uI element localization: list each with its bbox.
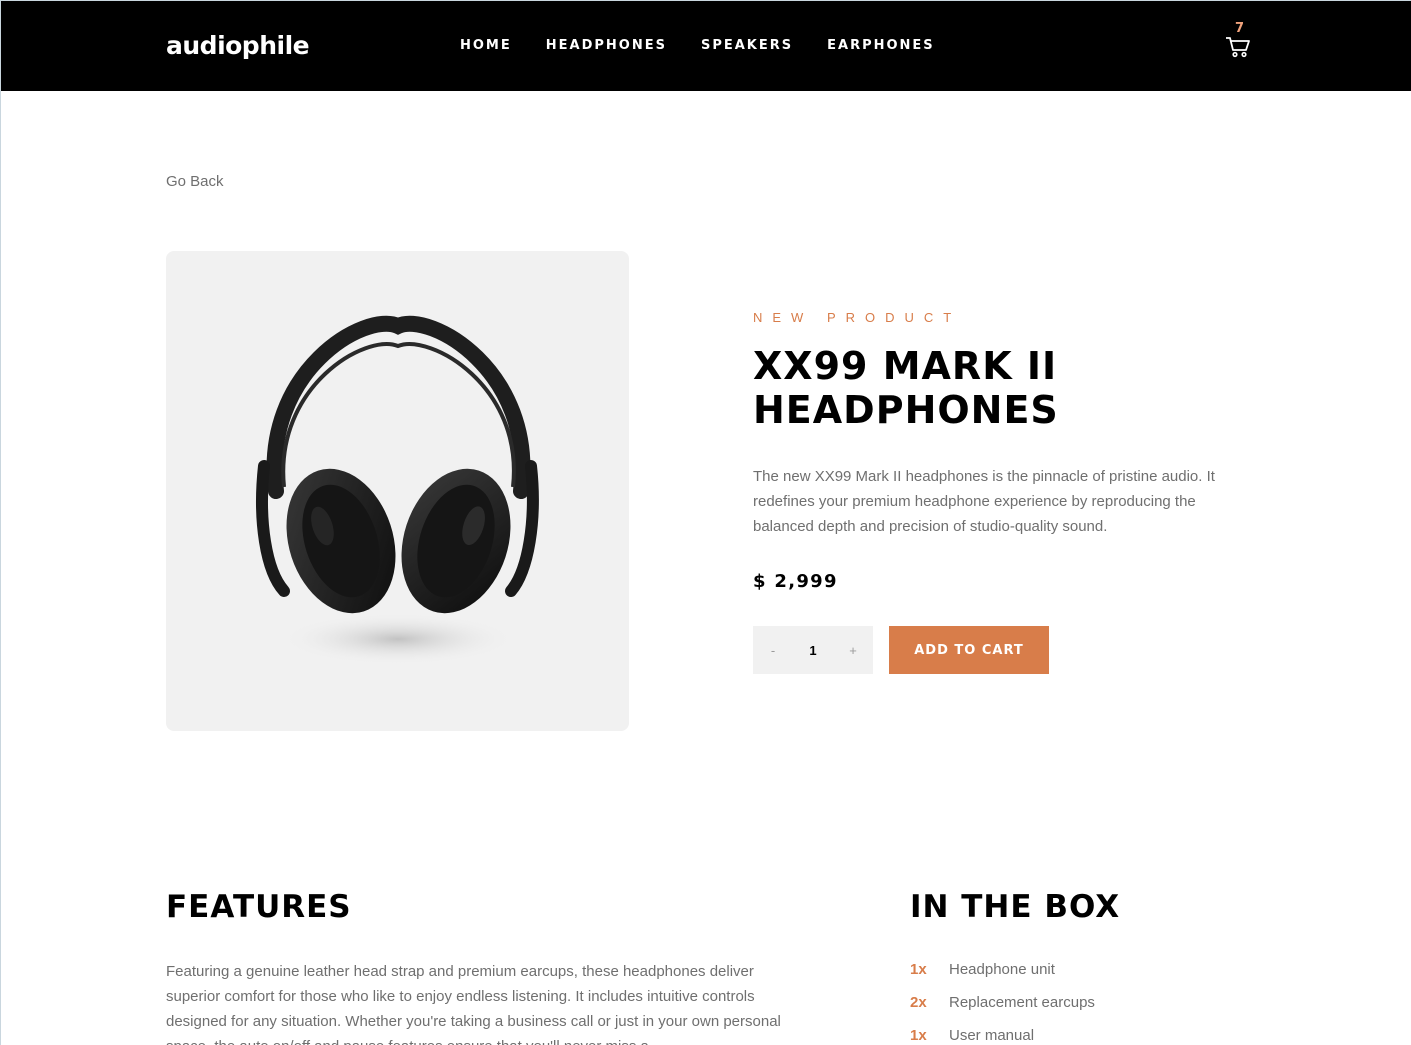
item-name: Headphone unit	[949, 961, 1055, 978]
add-to-cart-button[interactable]: ADD TO CART	[889, 626, 1049, 674]
features-heading: FEATURES	[166, 889, 352, 925]
nav-link-headphones[interactable]: HEADPHONES	[546, 38, 667, 53]
headphones-image	[256, 315, 539, 665]
product-image	[166, 251, 629, 731]
nav-link-speakers[interactable]: SPEAKERS	[701, 38, 793, 53]
cart-count-badge: 7	[1235, 21, 1245, 36]
in-the-box-heading: IN THE BOX	[910, 889, 1121, 925]
nav-link-home[interactable]: HOME	[460, 38, 512, 53]
item-quantity: 1x	[910, 1027, 927, 1044]
quantity-stepper: - 1 +	[753, 626, 873, 674]
product-description: The new XX99 Mark II headphones is the p…	[753, 468, 1215, 535]
site-logo[interactable]: audiophile	[166, 31, 310, 60]
increase-quantity-button[interactable]: +	[847, 643, 859, 658]
product-price: $ 2,999	[753, 571, 838, 592]
top-navigation-bar: audiophile HOME HEADPHONES SPEAKERS EARP…	[1, 1, 1411, 91]
cart-button[interactable]: 7	[1225, 19, 1251, 61]
decrease-quantity-button[interactable]: -	[767, 643, 779, 658]
item-quantity: 2x	[910, 994, 927, 1011]
product-title: XX99 MARK II HEADPHONES	[753, 344, 1059, 432]
new-product-label: NEW PRODUCT	[753, 310, 962, 325]
list-item: 1x User manual	[910, 1027, 1095, 1045]
list-item: 2x Replacement earcups	[910, 994, 1095, 1027]
features-text: Featuring a genuine leather head strap a…	[166, 963, 781, 1045]
go-back-link[interactable]: Go Back	[166, 173, 224, 190]
nav-link-earphones[interactable]: EARPHONES	[827, 38, 935, 53]
item-name: User manual	[949, 1027, 1035, 1044]
main-nav: HOME HEADPHONES SPEAKERS EARPHONES	[460, 38, 935, 53]
quantity-value: 1	[809, 642, 817, 658]
item-quantity: 1x	[910, 961, 927, 978]
in-the-box-list: 1x Headphone unit 2x Replacement earcups…	[910, 961, 1095, 1045]
item-name: Replacement earcups	[949, 994, 1095, 1011]
shopping-cart-icon	[1226, 37, 1250, 58]
list-item: 1x Headphone unit	[910, 961, 1095, 994]
page: audiophile HOME HEADPHONES SPEAKERS EARP…	[0, 0, 1411, 1045]
